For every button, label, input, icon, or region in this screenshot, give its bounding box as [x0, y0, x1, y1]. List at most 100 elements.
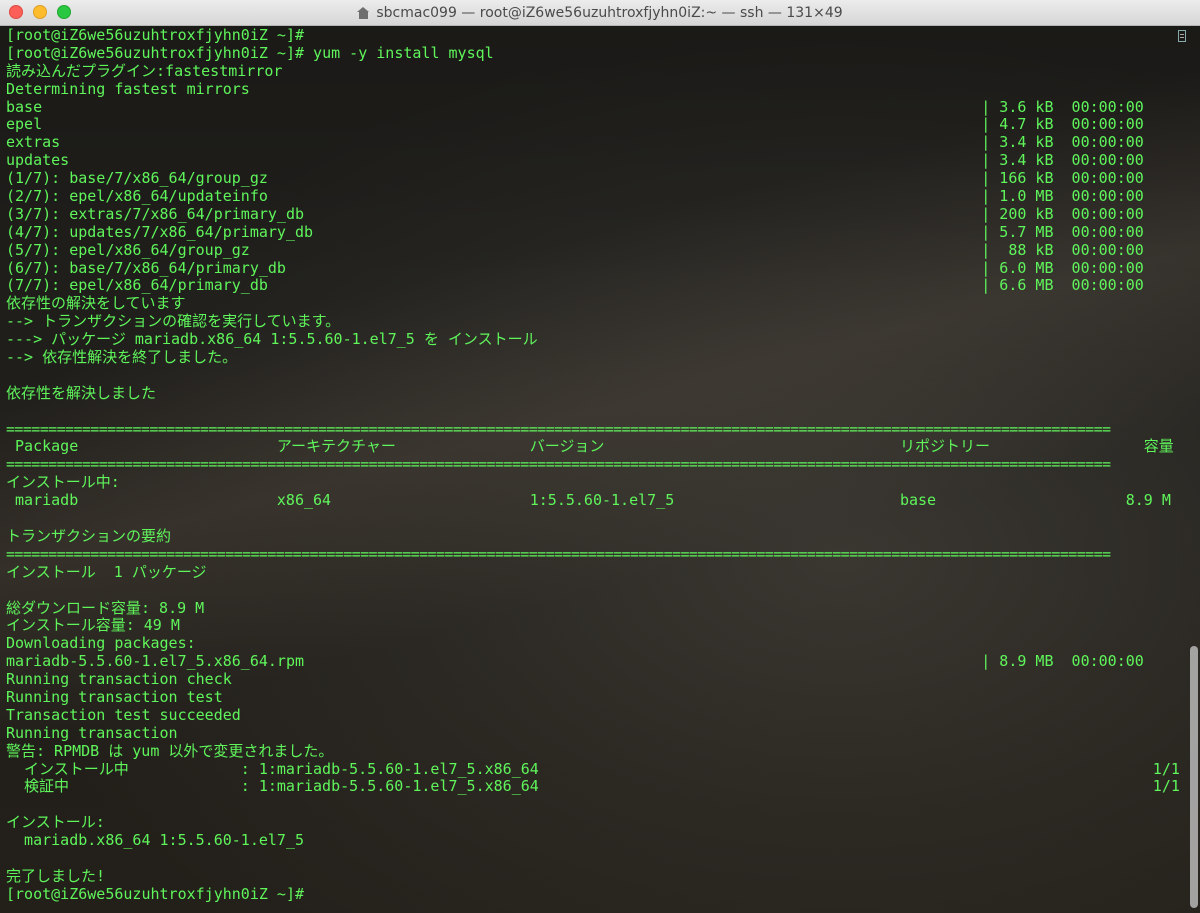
- terminal-text: 検証中: [6, 777, 70, 796]
- terminal-text: ---> パッケージ mariadb.x86_64 1:5.5.60-1.el7…: [6, 330, 538, 349]
- terminal-text: Determining fastest mirrors: [6, 79, 250, 98]
- terminal-line: (1/7): base/7/x86_64/group_gz | 166 kB 00…: [6, 169, 1176, 188]
- terminal-line: mariadb-5.5.60-1.el7_5.x86_64.rpm | 8.9 M…: [6, 652, 1176, 671]
- terminal-text: アーキテクチャー: [276, 437, 396, 456]
- terminal-line: 依存性の解決をしています: [6, 294, 1176, 313]
- terminal-line: extras | 3.4 kB 00:00:00: [6, 133, 1176, 152]
- terminal-text: (1/7): base/7/x86_64/group_gz: [6, 169, 268, 188]
- terminal-line: mariadb.x86_64 1:5.5.60-1.el7_5: [6, 831, 1176, 850]
- terminal-text: extras: [6, 133, 61, 152]
- terminal-text: : 1:mariadb-5.5.60-1.el7_5.x86_64: [240, 777, 539, 796]
- terminal-text: (7/7): epel/x86_64/primary_db: [6, 276, 268, 295]
- terminal-scrollbar[interactable]: [1187, 26, 1200, 913]
- terminal-text: mariadb: [15, 491, 79, 510]
- terminal-text: (2/7): epel/x86_64/updateinfo: [6, 187, 268, 206]
- terminal-text: base: [6, 97, 43, 116]
- terminal-output[interactable]: [root@iZ6we56uzuhtroxfjyhn0iZ ~]# [root@i…: [0, 26, 1200, 913]
- terminal-text: Downloading packages:: [6, 634, 196, 653]
- terminal-text: mariadb.x86_64 1:5.5.60-1.el7_5: [6, 831, 305, 850]
- terminal-text: | 3.4 kB 00:00:00: [981, 133, 1144, 152]
- terminal-text: 依存性を解決しました: [6, 383, 157, 402]
- terminal-line: updates | 3.4 kB 00:00:00: [6, 151, 1176, 170]
- terminal-text: x86_64: [276, 491, 332, 510]
- terminal-line: Running transaction test: [6, 687, 1176, 707]
- terminal-text: mariadb-5.5.60-1.el7_5.x86_64.rpm: [6, 652, 305, 671]
- terminal-line: 完了しました!: [6, 867, 1176, 886]
- terminal-text: Running transaction test: [6, 687, 223, 706]
- terminal-line: mariadb x86_64 1:5.5.60-1.el7_5 base 8.9 M: [6, 491, 1176, 510]
- terminal-line: (2/7): epel/x86_64/updateinfo | 1.0 MB 00…: [6, 187, 1176, 206]
- terminal-line: --> 依存性解決を終了しました。: [6, 348, 1176, 367]
- terminal-text: : 1:mariadb-5.5.60-1.el7_5.x86_64: [240, 759, 539, 778]
- terminal-text: トランザクションの要約: [6, 526, 172, 545]
- terminal-text: | 166 kB 00:00:00: [981, 169, 1144, 188]
- home-folder-icon: [357, 7, 370, 19]
- terminal-line: ---> パッケージ mariadb.x86_64 1:5.5.60-1.el7…: [6, 330, 1176, 349]
- terminal-line: トランザクションの要約: [6, 526, 1176, 546]
- terminal-line: Package アーキテクチャー バージョン リポジトリー 容量: [6, 438, 1176, 456]
- terminal-text: | 6.0 MB 00:00:00: [981, 258, 1144, 277]
- terminal-text: [root@iZ6we56uzuhtroxfjyhn0iZ ~]# yum -y…: [6, 43, 494, 62]
- terminal-text: バージョン: [529, 437, 605, 456]
- terminal-text: (4/7): updates/7/x86_64/primary_db: [6, 222, 314, 241]
- terminal-line: Running transaction: [6, 723, 1176, 743]
- terminal-text: 1/1: [1152, 759, 1180, 778]
- scrollbar-thumb[interactable]: [1190, 646, 1198, 908]
- terminal-text: | 3.4 kB 00:00:00: [981, 151, 1144, 170]
- terminal-text: 総ダウンロード容量: 8.9 M: [6, 598, 205, 617]
- terminal-line: epel | 4.7 kB 00:00:00: [6, 116, 1176, 134]
- terminal-text: (6/7): base/7/x86_64/primary_db: [6, 258, 286, 277]
- terminal-lines: [root@iZ6we56uzuhtroxfjyhn0iZ ~]# [root@i…: [6, 26, 1180, 904]
- terminal-text: リポジトリー: [899, 437, 990, 456]
- terminal-line: --> トランザクションの確認を実行しています。: [6, 312, 1176, 331]
- terminal-text: 8.9 M: [1125, 491, 1171, 510]
- terminal-text: (3/7): extras/7/x86_64/primary_db: [6, 204, 305, 223]
- window-title-group: sbcmac099 — root@iZ6we56uzuhtroxfjyhn0iZ…: [0, 0, 1200, 26]
- terminal-line: インストール:: [6, 813, 1176, 832]
- terminal-text: | 4.7 kB 00:00:00: [981, 115, 1144, 134]
- terminal-line: (7/7): epel/x86_64/primary_db | 6.6 MB 00…: [6, 277, 1176, 295]
- terminal-line: base | 3.6 kB 00:00:00: [6, 97, 1176, 117]
- terminal-text: | 8.9 MB 00:00:00: [981, 652, 1144, 671]
- terminal-text: Running transaction check: [6, 670, 232, 689]
- terminal-text: [root@iZ6we56uzuhtroxfjyhn0iZ ~]#: [6, 884, 305, 903]
- terminal-line: ========================================…: [6, 455, 1176, 474]
- terminal-line: (4/7): updates/7/x86_64/primary_db | 5.7 …: [6, 222, 1176, 242]
- terminal-line: (6/7): base/7/x86_64/primary_db | 6.0 MB …: [6, 258, 1176, 278]
- terminal-line: ========================================…: [6, 544, 1176, 564]
- terminal-text: Transaction test succeeded: [6, 705, 241, 724]
- separator-rule: ========================================…: [6, 455, 1111, 474]
- terminal-text: インストール中: [6, 759, 129, 778]
- terminal-text: --> トランザクションの確認を実行しています。: [6, 312, 341, 331]
- terminal-text: | 3.6 kB 00:00:00: [981, 97, 1144, 116]
- terminal-line: インストール 1 パッケージ: [6, 562, 1176, 582]
- terminal-line: [root@iZ6we56uzuhtroxfjyhn0iZ ~]#: [6, 884, 1176, 904]
- terminal-text: インストール 1 パッケージ: [6, 562, 207, 581]
- terminal-text: (5/7): epel/x86_64/group_gz: [6, 240, 250, 259]
- terminal-text: base: [899, 491, 937, 510]
- window-titlebar[interactable]: sbcmac099 — root@iZ6we56uzuhtroxfjyhn0iZ…: [0, 0, 1200, 26]
- terminal-text: 容量: [1143, 437, 1174, 456]
- separator-rule: ========================================…: [6, 544, 1111, 563]
- terminal-text: Package: [15, 437, 79, 456]
- terminal-line: インストール中 : 1:mariadb-5.5.60-1.el7_5.x86_64…: [6, 759, 1180, 779]
- terminal-text: インストール容量: 49 M: [6, 616, 180, 635]
- terminal-line: 依存性を解決しました: [6, 383, 1176, 403]
- terminal-line: [root@iZ6we56uzuhtroxfjyhn0iZ ~]# yum -y…: [6, 43, 1176, 63]
- terminal-line: Downloading packages:: [6, 634, 1176, 653]
- terminal-line: インストール容量: 49 M: [6, 616, 1176, 635]
- terminal-text: epel: [6, 115, 43, 134]
- terminal-text: | 5.7 MB 00:00:00: [981, 222, 1144, 241]
- terminal-text: インストール中:: [6, 473, 120, 492]
- terminal-line: (5/7): epel/x86_64/group_gz | 88 kB 00:00…: [6, 240, 1176, 260]
- terminal-line: インストール中:: [6, 473, 1176, 492]
- split-pane-icon[interactable]: [1178, 30, 1186, 42]
- terminal-text: Running transaction: [6, 723, 178, 742]
- terminal-text: 読み込んだプラグイン:fastestmirror: [6, 61, 283, 80]
- window-title: sbcmac099 — root@iZ6we56uzuhtroxfjyhn0iZ…: [376, 5, 843, 21]
